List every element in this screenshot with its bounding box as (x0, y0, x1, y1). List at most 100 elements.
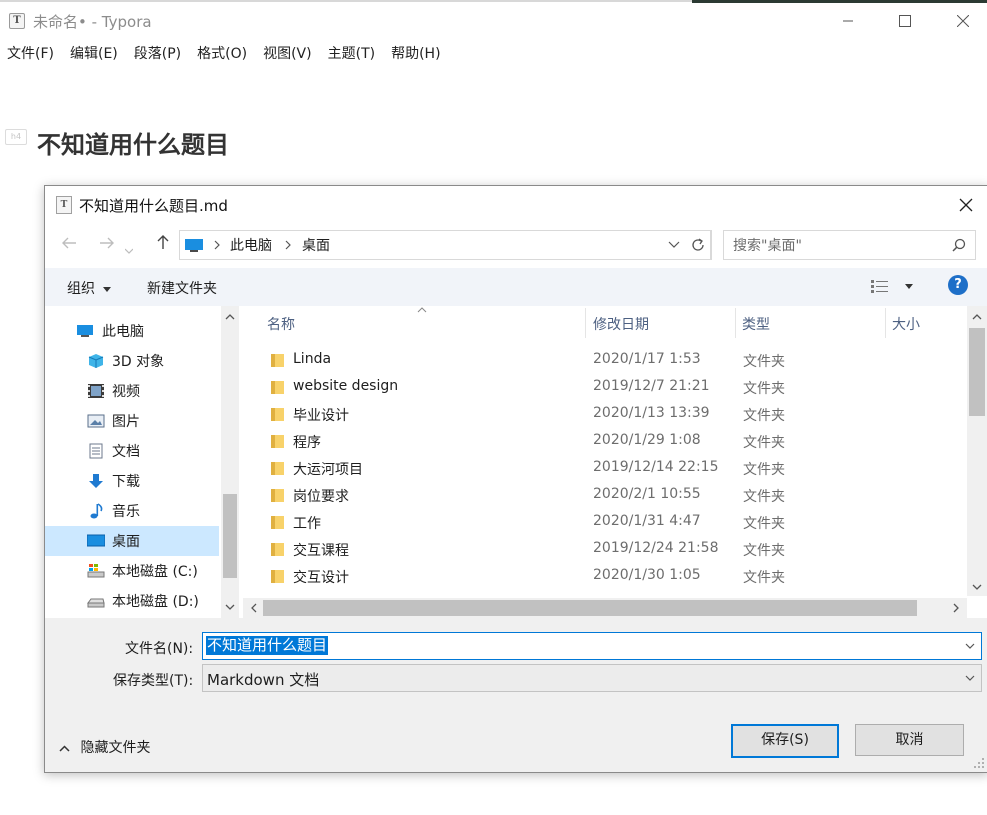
nav-label: 文档 (112, 444, 140, 460)
view-options-button[interactable] (871, 280, 914, 297)
file-row[interactable]: 工作 2020/1/31 4:47 文件夹 (269, 509, 969, 536)
folder-icon (271, 489, 284, 502)
menu-paragraph[interactable]: 段落(P) (126, 42, 189, 66)
filename-label: 文件名(N): (125, 641, 194, 657)
search-box[interactable]: 搜索"桌面" (723, 230, 976, 260)
hide-folders-toggle[interactable]: 隐藏文件夹 (59, 737, 150, 757)
column-header-type[interactable]: 类型 (742, 314, 770, 334)
maximize-button[interactable] (882, 6, 928, 36)
nav-documents[interactable]: 文档 (45, 436, 219, 466)
nav-music[interactable]: 音乐 (45, 496, 219, 526)
chevron-up-icon (59, 745, 70, 752)
file-list-horizontal-scrollbar[interactable] (243, 598, 967, 618)
menu-view[interactable]: 视图(V) (255, 42, 320, 66)
file-row[interactable]: 岗位要求 2020/2/1 10:55 文件夹 (269, 482, 969, 509)
menu-edit[interactable]: 编辑(E) (62, 42, 126, 66)
file-name: 交互设计 (293, 570, 349, 586)
nav-this-pc[interactable]: 此电脑 (45, 316, 219, 346)
nav-desktop[interactable]: 桌面 (45, 526, 219, 556)
resize-grip-icon[interactable] (973, 757, 985, 769)
file-row[interactable]: 大运河项目 2019/12/14 22:15 文件夹 (269, 455, 969, 482)
file-date: 2019/12/7 21:21 (593, 378, 710, 394)
nav-pictures[interactable]: 图片 (45, 406, 219, 436)
scrollbar-thumb[interactable] (263, 600, 917, 616)
navigation-scrollbar[interactable] (221, 306, 239, 618)
music-icon (90, 503, 103, 519)
nav-drive-d[interactable]: 本地磁盘 (D:) (45, 586, 219, 616)
chevron-down-icon (965, 675, 975, 681)
column-divider[interactable] (885, 308, 886, 338)
address-bar[interactable]: 此电脑 桌面 (179, 230, 711, 260)
file-row[interactable]: 交互课程 2019/12/24 21:58 文件夹 (269, 536, 969, 563)
nav-label: 音乐 (112, 504, 140, 520)
back-button[interactable] (61, 234, 77, 255)
filename-input[interactable]: 不知道用什么题目 (202, 632, 982, 660)
menu-theme[interactable]: 主题(T) (320, 42, 383, 66)
breadcrumb-desktop[interactable]: 桌面 (302, 235, 330, 255)
chevron-down-icon[interactable] (965, 643, 975, 649)
cancel-button[interactable]: 取消 (855, 724, 964, 756)
arrow-up-icon (157, 235, 169, 249)
file-type: 文件夹 (743, 381, 785, 397)
file-date: 2020/1/30 1:05 (593, 567, 701, 583)
file-name: 岗位要求 (293, 489, 349, 505)
file-row[interactable]: website design 2019/12/7 21:21 文件夹 (269, 374, 969, 401)
forward-button[interactable] (99, 234, 115, 255)
pictures-icon (87, 414, 105, 428)
column-divider[interactable] (735, 308, 736, 338)
folder-icon (271, 462, 284, 475)
3d-objects-icon (88, 354, 104, 368)
file-row[interactable]: 交互设计 2020/1/30 1:05 文件夹 (269, 563, 969, 590)
up-button[interactable] (156, 234, 170, 255)
document-heading[interactable]: 不知道用什么题目 (37, 125, 229, 160)
new-folder-button[interactable]: 新建文件夹 (147, 278, 217, 298)
minimize-button[interactable] (825, 6, 871, 36)
recent-locations-button[interactable] (124, 238, 134, 259)
minimize-icon (843, 20, 853, 22)
nav-label: 图片 (112, 414, 140, 430)
file-name: 毕业设计 (293, 408, 349, 424)
typora-app-icon: T (9, 13, 25, 29)
chevron-down-icon (225, 604, 235, 610)
column-divider[interactable] (585, 308, 586, 338)
dialog-close-button[interactable] (953, 193, 979, 217)
file-type: 文件夹 (743, 354, 785, 370)
address-dropdown-icon[interactable] (668, 241, 680, 249)
breadcrumb-this-pc[interactable]: 此电脑 (230, 235, 272, 255)
file-row[interactable]: 程序 2020/1/29 1:08 文件夹 (269, 428, 969, 455)
search-placeholder: 搜索"桌面" (733, 238, 802, 254)
file-type: 文件夹 (743, 435, 785, 451)
file-type: 文件夹 (743, 516, 785, 532)
chevron-up-icon (225, 314, 235, 320)
nav-label: 3D 对象 (112, 354, 165, 370)
menu-help[interactable]: 帮助(H) (383, 42, 448, 66)
refresh-icon (692, 238, 704, 251)
nav-downloads[interactable]: 下载 (45, 466, 219, 496)
help-button[interactable]: ? (948, 275, 968, 295)
scrollbar-thumb[interactable] (223, 494, 237, 578)
organize-button[interactable]: 组织 (67, 278, 112, 298)
file-list-vertical-scrollbar[interactable] (967, 306, 987, 596)
menu-format[interactable]: 格式(O) (189, 42, 255, 66)
filetype-select[interactable]: Markdown 文档 (202, 664, 982, 692)
nav-3d-objects[interactable]: 3D 对象 (45, 346, 219, 376)
file-type: 文件夹 (743, 489, 785, 505)
hide-folders-label: 隐藏文件夹 (80, 740, 151, 756)
heading-level-badge: h4 (5, 129, 27, 145)
file-row[interactable]: 毕业设计 2020/1/13 13:39 文件夹 (269, 401, 969, 428)
column-header-date[interactable]: 修改日期 (593, 314, 649, 334)
refresh-button[interactable] (685, 230, 712, 260)
save-button[interactable]: 保存(S) (731, 724, 839, 758)
column-header-name[interactable]: 名称 (267, 314, 295, 334)
nav-videos[interactable]: 视频 (45, 376, 219, 406)
folder-icon (271, 570, 284, 583)
downloads-icon (89, 474, 103, 488)
menu-file[interactable]: 文件(F) (0, 42, 62, 66)
file-row[interactable]: Linda 2020/1/17 1:53 文件夹 (269, 347, 969, 374)
close-window-button[interactable] (940, 6, 986, 36)
file-type: 文件夹 (743, 462, 785, 478)
scrollbar-thumb[interactable] (969, 328, 985, 416)
file-date: 2019/12/24 21:58 (593, 540, 719, 556)
column-header-size[interactable]: 大小 (892, 314, 920, 334)
nav-drive-c[interactable]: 本地磁盘 (C:) (45, 556, 219, 586)
